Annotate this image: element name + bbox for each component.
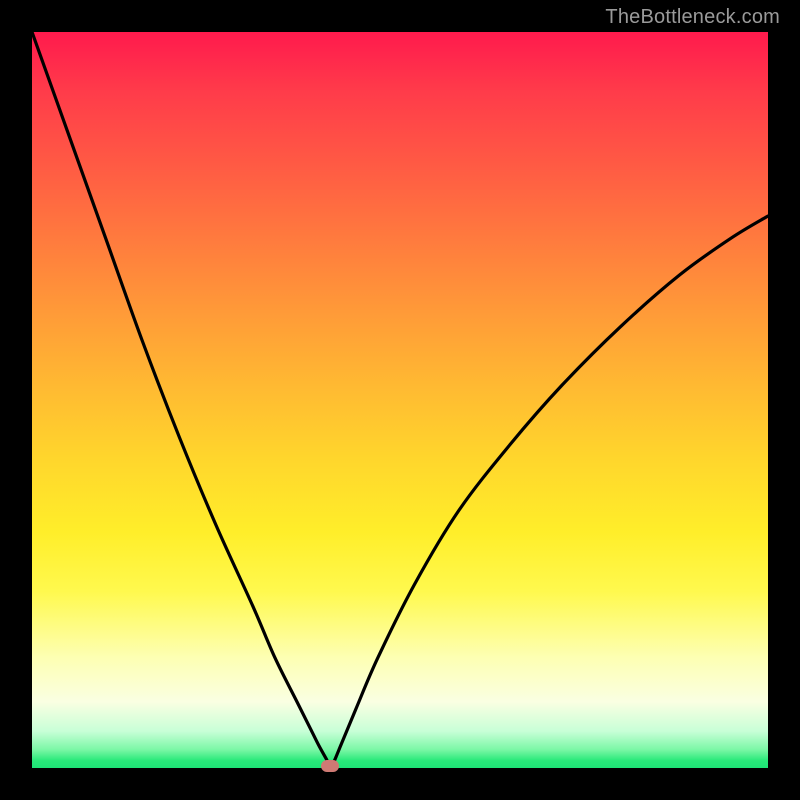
chart-frame: TheBottleneck.com [0,0,800,800]
watermark-text: TheBottleneck.com [605,6,780,29]
optimum-marker [321,760,339,772]
plot-area [32,32,768,768]
bottleneck-curve-path [32,32,768,767]
curve-svg [32,32,768,768]
